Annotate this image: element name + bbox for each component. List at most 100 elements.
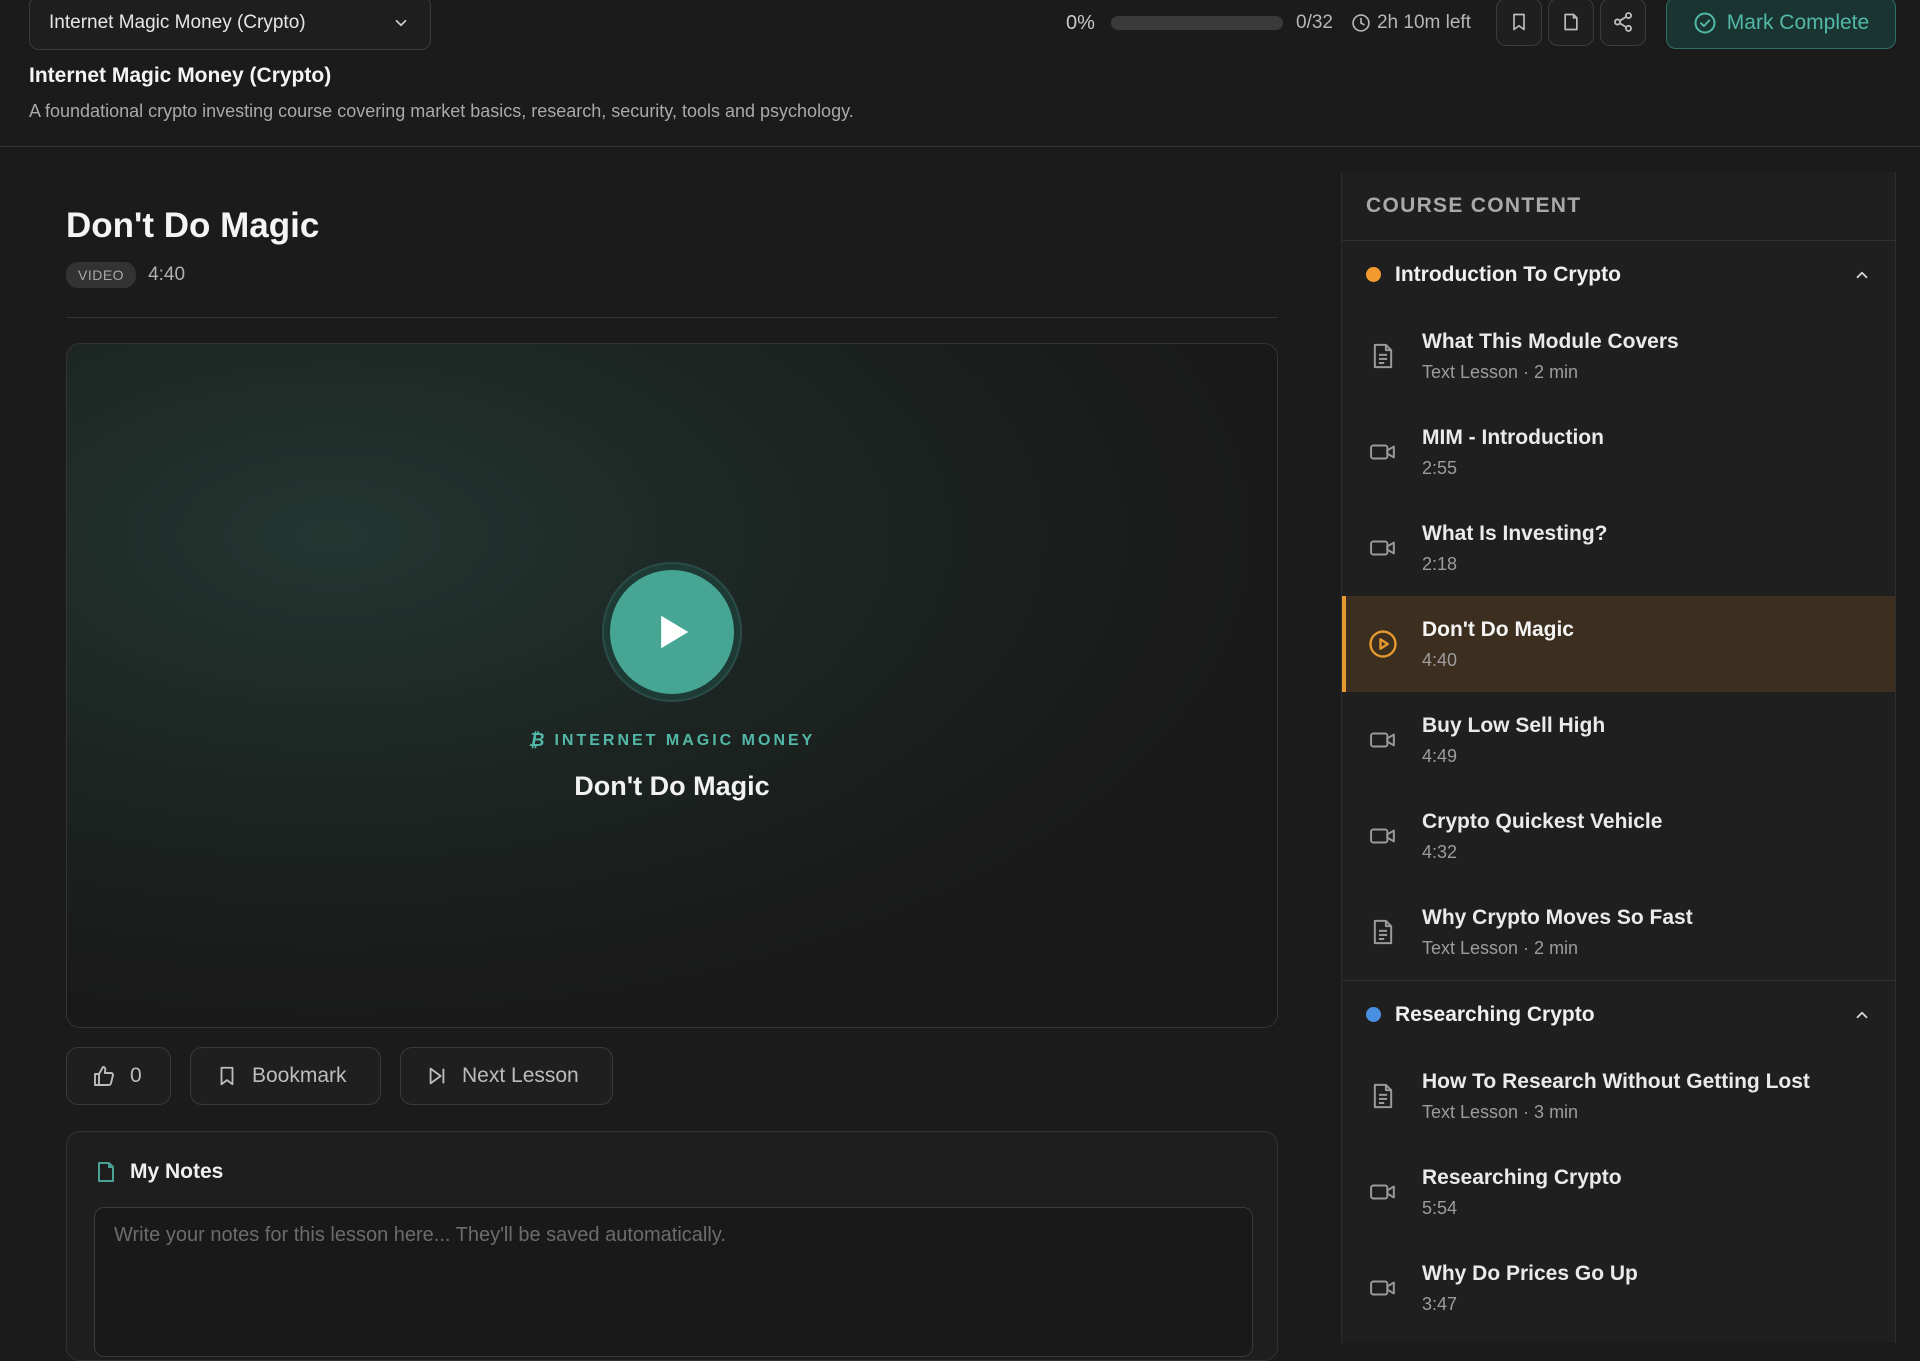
bookmark-icon	[216, 1064, 238, 1088]
module-header[interactable]: Introduction To Crypto	[1342, 241, 1895, 308]
chevron-down-icon	[392, 14, 410, 32]
bookmark-button[interactable]	[1496, 0, 1542, 46]
lesson-item-name: Buy Low Sell High	[1422, 713, 1606, 737]
lesson-item-text: MIM - Introduction 2:55	[1422, 426, 1604, 479]
lesson-item-meta: 4:40	[1422, 649, 1458, 670]
lesson-item-name: What This Module Covers	[1422, 329, 1679, 353]
document-icon	[1368, 917, 1398, 947]
mark-complete-label: Mark Complete	[1726, 11, 1870, 34]
lesson-item-text: Researching Crypto 5:54	[1422, 1166, 1622, 1219]
lesson-item-meta: 4:32	[1422, 841, 1458, 862]
play-icon	[646, 606, 698, 658]
course-description: A foundational crypto investing course c…	[29, 101, 854, 121]
note-icon	[1561, 11, 1581, 33]
time-left: 2h 10m left	[1351, 12, 1471, 34]
lesson-item-meta: Text Lesson · 2 min	[1422, 361, 1579, 382]
video-camera-icon	[1368, 1177, 1398, 1207]
lesson-item[interactable]: Why Do Prices Go Up 3:47	[1342, 1240, 1895, 1336]
lesson-item-name: Why Do Prices Go Up	[1422, 1261, 1638, 1285]
sidebar-heading: COURSE CONTENT	[1342, 172, 1895, 241]
module-title: Introduction To Crypto	[1395, 262, 1621, 286]
lesson-item-text: Buy Low Sell High 4:49	[1422, 714, 1605, 767]
notes-button[interactable]	[1548, 0, 1594, 46]
bookmark-icon	[1509, 11, 1529, 33]
course-title: Internet Magic Money (Crypto)	[29, 64, 332, 87]
module-status-dot	[1366, 267, 1381, 282]
lesson-item-meta: Text Lesson · 3 min	[1422, 1101, 1579, 1122]
lesson-item-name: Don't Do Magic	[1422, 617, 1574, 641]
lesson-item[interactable]: MIM - Introduction 2:55	[1342, 404, 1895, 500]
mark-complete-button[interactable]: Mark Complete	[1666, 0, 1896, 49]
lesson-item[interactable]: Why Crypto Moves So Fast Text Lesson · 2 …	[1342, 884, 1895, 980]
bitcoin-icon: ₿	[528, 730, 545, 750]
lesson-type-badge: VIDEO	[66, 262, 137, 288]
play-circle-icon	[1368, 629, 1398, 659]
chevron-up-icon	[1853, 266, 1871, 284]
lesson-item-meta: 4:49	[1422, 745, 1458, 766]
lesson-item-text: What Is Investing? 2:18	[1422, 522, 1608, 575]
lesson-item-meta: Text Lesson · 2 min	[1422, 937, 1579, 958]
lesson-duration: 4:40	[148, 264, 186, 285]
lesson-item-meta: 3:47	[1422, 1293, 1458, 1314]
module-list: Introduction To Crypto What This Module C…	[1342, 241, 1895, 1336]
play-button[interactable]	[604, 564, 740, 700]
video-title: Don't Do Magic	[574, 771, 770, 801]
course-selector-value: Internet Magic Money (Crypto)	[49, 12, 306, 33]
lesson-item-name: Researching Crypto	[1422, 1165, 1622, 1189]
document-icon	[1368, 341, 1398, 371]
lesson-item-name: Why Crypto Moves So Fast	[1422, 905, 1693, 929]
next-lesson-label: Next Lesson	[462, 1064, 579, 1087]
video-camera-icon	[1368, 725, 1398, 755]
lesson-item[interactable]: How To Research Without Getting Lost Text…	[1342, 1048, 1895, 1144]
lesson-item-meta: 2:55	[1422, 457, 1458, 478]
course-content-sidebar: COURSE CONTENT Introduction To Crypto Wha…	[1341, 172, 1896, 1343]
course-header: Internet Magic Money (Crypto) Internet M…	[0, 0, 1920, 147]
progress-percent: 0%	[1066, 11, 1095, 34]
divider	[66, 317, 1278, 318]
thumbs-up-icon	[92, 1064, 116, 1088]
lesson-item[interactable]: What Is Investing? 2:18	[1342, 500, 1895, 596]
course-progress: 0% 0/32 2h 10m left	[1066, 0, 1471, 46]
progress-count: 0/32	[1296, 12, 1333, 33]
share-icon	[1612, 11, 1634, 33]
lesson-item-name: MIM - Introduction	[1422, 425, 1604, 449]
lesson-item-text: Why Crypto Moves So Fast Text Lesson · 2 …	[1422, 906, 1693, 959]
document-icon	[1368, 1081, 1398, 1111]
lesson-item-text: Why Do Prices Go Up 3:47	[1422, 1262, 1638, 1315]
bookmark-label: Bookmark	[252, 1064, 347, 1087]
lesson-item[interactable]: Buy Low Sell High 4:49	[1342, 692, 1895, 788]
video-brand: ₿ INTERNET MAGIC MONEY	[529, 730, 816, 751]
skip-forward-icon	[426, 1065, 448, 1087]
lesson-title: Don't Do Magic	[66, 206, 320, 245]
lesson-item-text: How To Research Without Getting Lost Text…	[1422, 1070, 1810, 1123]
chevron-up-icon	[1853, 1006, 1871, 1024]
video-camera-icon	[1368, 1273, 1398, 1303]
lesson-item-text: Don't Do Magic 4:40	[1422, 618, 1574, 671]
lesson-item-meta: 2:18	[1422, 553, 1458, 574]
notes-textarea[interactable]	[94, 1207, 1253, 1357]
lesson-item-text: Crypto Quickest Vehicle 4:32	[1422, 810, 1662, 863]
share-button[interactable]	[1600, 0, 1646, 46]
lesson-actions: 0 Bookmark Next Lesson	[66, 1047, 613, 1105]
check-circle-icon	[1693, 11, 1717, 35]
video-player[interactable]: ₿ INTERNET MAGIC MONEY Don't Do Magic	[66, 343, 1278, 1028]
like-button[interactable]: 0	[66, 1047, 171, 1105]
lesson-item-text: What This Module Covers Text Lesson · 2 m…	[1422, 330, 1679, 383]
like-count: 0	[130, 1064, 142, 1087]
video-overlay: ₿ INTERNET MAGIC MONEY Don't Do Magic	[67, 564, 1277, 802]
lesson-item[interactable]: What This Module Covers Text Lesson · 2 m…	[1342, 308, 1895, 404]
module-status-dot	[1366, 1007, 1381, 1022]
note-icon	[94, 1160, 118, 1184]
video-camera-icon	[1368, 821, 1398, 851]
lesson-item[interactable]: Researching Crypto 5:54	[1342, 1144, 1895, 1240]
time-left-label: 2h 10m left	[1376, 12, 1471, 33]
bookmark-lesson-button[interactable]: Bookmark	[190, 1047, 381, 1105]
lesson-item[interactable]: Crypto Quickest Vehicle 4:32	[1342, 788, 1895, 884]
lesson-item-name: Crypto Quickest Vehicle	[1422, 809, 1663, 833]
lesson-item-current[interactable]: Don't Do Magic 4:40	[1342, 596, 1895, 692]
notes-heading: My Notes	[130, 1160, 224, 1183]
course-selector-dropdown[interactable]: Internet Magic Money (Crypto)	[29, 0, 431, 50]
next-lesson-button[interactable]: Next Lesson	[400, 1047, 613, 1105]
lesson-item-name: How To Research Without Getting Lost	[1422, 1069, 1810, 1093]
module-header[interactable]: Researching Crypto	[1342, 981, 1895, 1048]
